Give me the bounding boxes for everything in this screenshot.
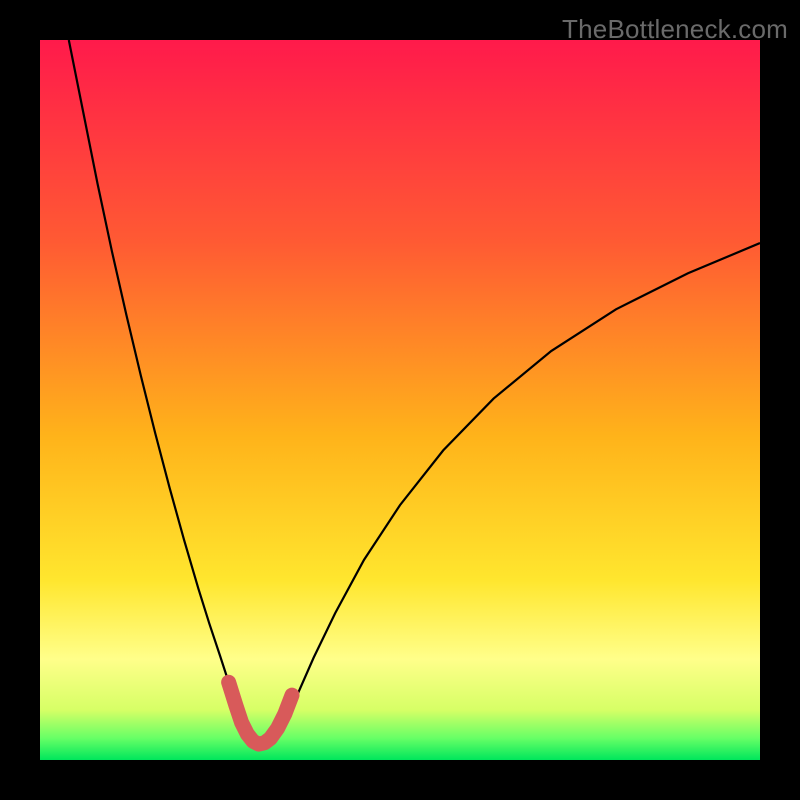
- chart-frame: TheBottleneck.com: [0, 0, 800, 800]
- plot-area: [40, 40, 760, 760]
- chart-svg: [40, 40, 760, 760]
- watermark-text: TheBottleneck.com: [562, 14, 788, 45]
